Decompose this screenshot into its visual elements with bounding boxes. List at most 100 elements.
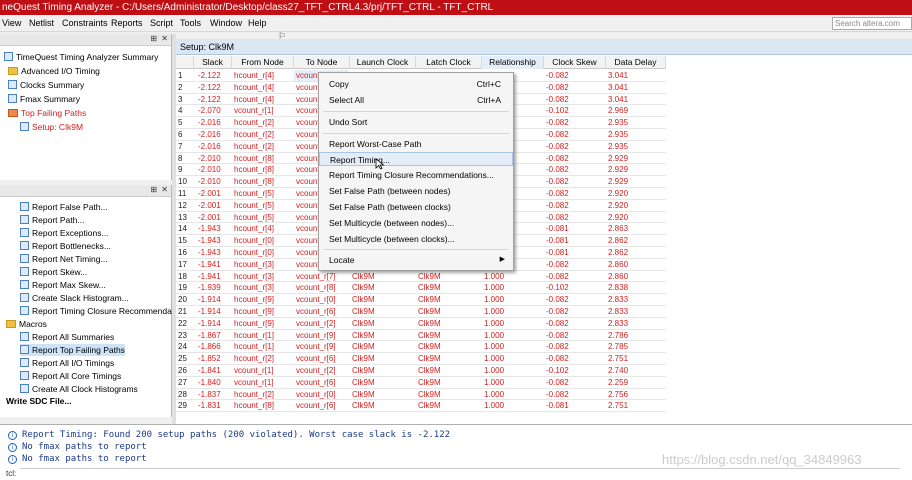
task-report-exceptions[interactable]: Report Exceptions... — [20, 227, 109, 239]
table-cell: 12 — [178, 200, 187, 210]
task-report-bottlenecks[interactable]: Report Bottlenecks... — [20, 240, 111, 252]
table-cell: 23 — [178, 330, 187, 340]
col-header-to-node[interactable]: To Node — [294, 56, 350, 69]
tree-item-summary[interactable]: TimeQuest Timing Analyzer Summary — [4, 51, 158, 63]
tcl-console-input[interactable] — [20, 468, 900, 479]
menu-constraints[interactable]: Constraints — [62, 17, 108, 30]
panel-controls[interactable]: ⊞ ✕ — [150, 185, 169, 194]
task-report-path[interactable]: Report Path... — [20, 214, 84, 226]
tree-item-setup-clk9m[interactable]: Setup: Clk9M — [20, 121, 83, 133]
table-row[interactable]: 20 -1.914 hcount_r[9] vcount_r[0] Clk9M Clk9M… — [176, 294, 666, 306]
table-row[interactable]: 29 -1.831 hcount_r[8] vcount_r[6] Clk9M Clk9M… — [176, 400, 666, 413]
col-header-latch-clock[interactable]: Latch Clock — [416, 56, 482, 69]
menu-item-locate[interactable]: Locate ▶ — [319, 253, 513, 267]
task-create-slack-histogram[interactable]: Create Slack Histogram... — [20, 292, 129, 304]
macro-create-all-clock-histograms[interactable]: Create All Clock Histograms — [20, 383, 138, 395]
table-row[interactable]: 18 -1.941 hcount_r[3] vcount_r[7] Clk9M Clk9M… — [176, 271, 666, 283]
task-report-false-path[interactable]: Report False Path... — [20, 201, 108, 213]
tree-item-top-failing-paths[interactable]: Top Failing Paths — [8, 107, 86, 119]
macro-report-top-failing-paths[interactable]: Report Top Failing Paths — [20, 344, 125, 356]
table-cell: 26 — [178, 366, 187, 375]
table-cell: -1.941 — [198, 259, 221, 269]
table-cell: Clk9M — [418, 283, 441, 293]
table-cell: -0.102 — [546, 366, 569, 375]
col-header-data-delay[interactable]: Data Delay — [606, 56, 666, 69]
table-cell: 1.000 — [484, 318, 505, 328]
task-icon — [20, 267, 29, 276]
menu-window[interactable]: Window — [210, 17, 242, 30]
panel-controls[interactable]: ⊞ ✕ — [150, 34, 169, 43]
task-report-timing-closure[interactable]: Report Timing Closure Recommendat — [20, 305, 174, 317]
table-cell: 25 — [178, 354, 187, 364]
table-row[interactable]: 19 -1.939 hcount_r[3] vcount_r[8] Clk9M Clk9M… — [176, 282, 666, 295]
col-header-from-node[interactable]: From Node — [232, 56, 294, 69]
table-cell: 4 — [178, 106, 183, 116]
table-cell: 2.929 — [608, 177, 629, 187]
menu-item-report-timing[interactable]: Report Timing... — [319, 152, 513, 166]
table-cell: hcount_r[9] — [234, 307, 275, 316]
task-report-skew[interactable]: Report Skew... — [20, 266, 87, 278]
table-cell: hcount_r[4] — [234, 82, 275, 92]
col-header-launch-clock[interactable]: Launch Clock — [350, 56, 416, 69]
table-cell: -1.837 — [198, 389, 221, 399]
table-cell: hcount_r[0] — [234, 248, 275, 257]
menu-help[interactable]: Help — [248, 17, 267, 30]
table-cell: 2 — [178, 82, 183, 92]
table-cell: -0.082 — [546, 165, 569, 175]
menu-view[interactable]: View — [2, 17, 21, 30]
table-cell: -2.010 — [198, 165, 221, 175]
menu-item-select-all[interactable]: Select All Ctrl+A — [319, 93, 513, 107]
macro-report-all-summaries[interactable]: Report All Summaries — [20, 331, 114, 343]
table-row[interactable]: 21 -1.914 hcount_r[9] vcount_r[6] Clk9M Clk9M… — [176, 306, 666, 318]
table-cell: -1.939 — [198, 283, 221, 293]
table-row[interactable]: 26 -1.841 vcount_r[1] vcount_r[2] Clk9M Clk9M… — [176, 365, 666, 377]
menu-item-set-false-path-clocks[interactable]: Set False Path (between clocks) — [319, 200, 513, 214]
tree-folder-macros[interactable]: Macros — [6, 318, 47, 330]
table-cell: hcount_r[8] — [234, 177, 275, 187]
table-cell: hcount_r[2] — [234, 141, 275, 151]
table-row[interactable]: 22 -1.914 hcount_r[9] vcount_r[2] Clk9M Clk9M… — [176, 318, 666, 330]
table-cell: Clk9M — [352, 295, 375, 305]
table-cell: 1 — [178, 71, 183, 80]
task-report-max-skew[interactable]: Report Max Skew... — [20, 279, 106, 291]
table-cell: vcount_r[6] — [296, 307, 336, 316]
menu-item-set-false-path-nodes[interactable]: Set False Path (between nodes) — [319, 184, 513, 198]
search-input[interactable]: Search altera.com — [832, 17, 912, 30]
table-row[interactable]: 25 -1.852 hcount_r[2] vcount_r[6] Clk9M Clk9M… — [176, 353, 666, 365]
menu-item-set-multicycle-nodes[interactable]: Set Multicycle (between nodes)... — [319, 216, 513, 230]
table-cell: -0.081 — [546, 248, 569, 257]
menu-item-report-worst-case-path[interactable]: Report Worst-Case Path — [319, 137, 513, 151]
table-cell: vcount_r[0] — [296, 295, 336, 305]
table-row[interactable]: 24 -1.866 hcount_r[1] vcount_r[9] Clk9M Clk9M… — [176, 341, 666, 354]
table-cell: Clk9M — [352, 318, 375, 328]
macro-report-all-core-timings[interactable]: Report All Core Timings — [20, 370, 121, 382]
col-header-relationship[interactable]: Relationship — [482, 56, 544, 69]
col-header-clock-skew[interactable]: Clock Skew — [544, 56, 606, 69]
menu-item-set-multicycle-clocks[interactable]: Set Multicycle (between clocks)... — [319, 232, 513, 246]
col-header-slack[interactable]: Slack — [194, 56, 232, 69]
menu-item-copy[interactable]: Copy Ctrl+C — [319, 77, 513, 91]
tree-item-advanced-io[interactable]: Advanced I/O Timing — [8, 65, 100, 77]
menu-reports[interactable]: Reports — [111, 17, 143, 30]
table-cell: 2.786 — [608, 330, 629, 340]
table-cell: Clk9M — [418, 271, 441, 281]
task-report-net-timing[interactable]: Report Net Timing... — [20, 253, 108, 265]
console-line: No fmax paths to report — [22, 442, 147, 452]
task-write-sdc-file[interactable]: Write SDC File... — [6, 395, 72, 407]
macro-report-all-io-timings[interactable]: Report All I/O Timings — [20, 357, 114, 369]
tree-item-fmax-summary[interactable]: Fmax Summary — [8, 93, 80, 105]
table-row[interactable]: 23 -1.867 hcount_r[1] vcount_r[9] Clk9M Clk9M… — [176, 330, 666, 342]
menu-netlist[interactable]: Netlist — [29, 17, 54, 30]
menu-tools[interactable]: Tools — [180, 17, 201, 30]
table-row[interactable]: 27 -1.840 vcount_r[1] vcount_r[6] Clk9M Clk9M… — [176, 377, 666, 389]
table-cell: 1.000 — [484, 307, 505, 316]
table-cell: vcount_r[1] — [234, 366, 274, 375]
tree-item-clocks-summary[interactable]: Clocks Summary — [8, 79, 84, 91]
menu-item-undo-sort[interactable]: Undo Sort — [319, 115, 513, 129]
table-cell: Clk9M — [352, 366, 375, 375]
table-cell: -0.082 — [546, 271, 569, 281]
menu-item-report-timing-closure[interactable]: Report Timing Closure Recommendations... — [319, 168, 513, 182]
info-icon: i — [8, 443, 17, 452]
menu-script[interactable]: Script — [150, 17, 173, 30]
table-row[interactable]: 28 -1.837 hcount_r[2] vcount_r[0] Clk9M Clk9M… — [176, 389, 666, 401]
